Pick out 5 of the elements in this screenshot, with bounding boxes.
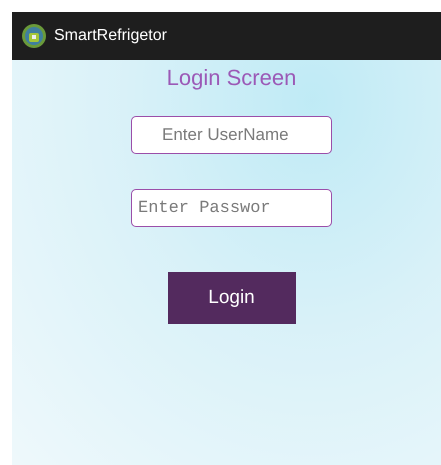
password-field[interactable]: Enter Passwor	[131, 189, 332, 227]
screen-title: Login Screen	[166, 65, 296, 91]
app-title: SmartRefrigetor	[54, 27, 167, 45]
login-button[interactable]: Login	[168, 272, 296, 324]
username-field[interactable]: Enter UserName	[131, 116, 332, 154]
